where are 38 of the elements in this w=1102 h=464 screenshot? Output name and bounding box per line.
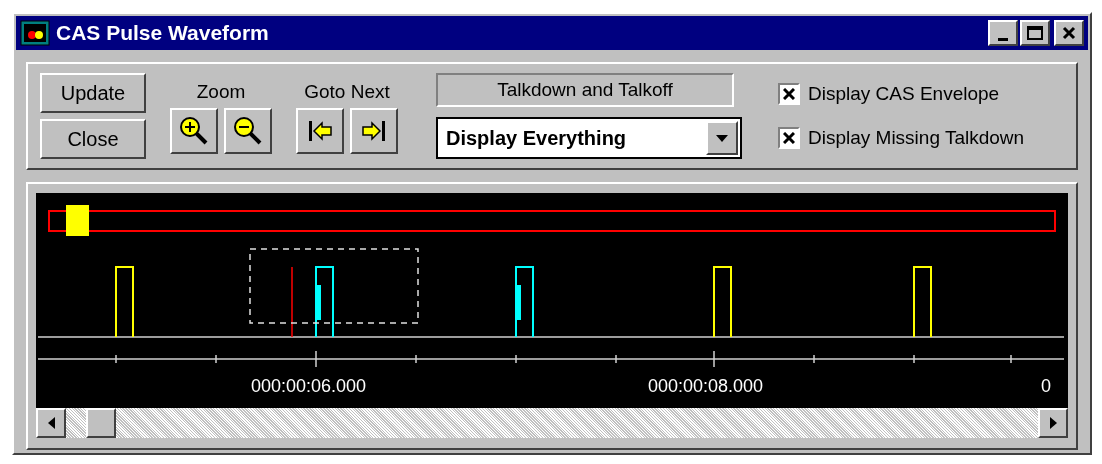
zoom-in-icon	[179, 116, 209, 147]
caret-icon	[716, 134, 728, 142]
app-icon	[20, 20, 50, 46]
filter-dropdown[interactable]: Display Everything	[436, 117, 742, 159]
checkbox[interactable]	[778, 82, 800, 105]
previous-button[interactable]	[296, 108, 344, 155]
maximize-button[interactable]	[1020, 20, 1050, 46]
push-button[interactable]: Close	[40, 119, 146, 159]
checkbox-label: Display CAS Envelope	[808, 81, 1000, 106]
zoom-out-icon	[233, 116, 263, 147]
window-title: CAS Pulse Waveform	[56, 20, 270, 47]
dropdown-value: Display Everything	[446, 126, 628, 151]
close-button[interactable]	[1054, 20, 1084, 46]
time-label: 000:00:06.000	[251, 375, 367, 398]
checkbox-label: Display Missing Talkdown	[808, 126, 1025, 150]
push-button[interactable]: Update	[40, 73, 146, 113]
filter-label: Talkdown and Talkoff	[436, 73, 734, 107]
time-label: 000:00:08.000	[648, 375, 764, 398]
overview-marker	[66, 205, 89, 236]
scroll-right-button[interactable]	[1038, 408, 1068, 438]
dropdown-button[interactable]	[706, 121, 738, 155]
close-icon	[1062, 26, 1076, 40]
maximize-icon	[1027, 26, 1043, 40]
minimize-icon	[998, 38, 1008, 41]
left-arrow-icon	[47, 417, 55, 429]
checkbox[interactable]	[778, 127, 800, 150]
cross-icon	[783, 87, 795, 100]
zoom-out-button[interactable]	[224, 108, 272, 155]
minimize-button[interactable]	[988, 20, 1018, 46]
scroll-thumb[interactable]	[86, 408, 116, 438]
zoom-label: Zoom	[196, 79, 246, 104]
goto-next-label: Goto Next	[304, 79, 390, 104]
time-label: 0	[1041, 375, 1051, 398]
zoom-in-button[interactable]	[170, 108, 218, 155]
right-arrow-icon	[1049, 417, 1057, 429]
next-button[interactable]	[350, 108, 398, 155]
cross-icon	[783, 132, 795, 145]
scroll-left-button[interactable]	[36, 408, 66, 438]
